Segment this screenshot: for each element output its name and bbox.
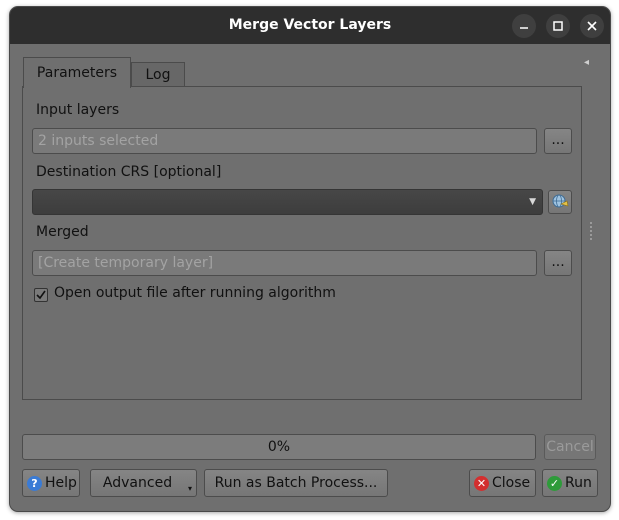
input-layers-field[interactable]: 2 inputs selected xyxy=(32,128,537,154)
title-bar[interactable]: Merge Vector Layers xyxy=(10,7,610,44)
close-button[interactable]: ✕ Close xyxy=(469,469,536,497)
progress-bar: 0% xyxy=(22,434,536,460)
collapse-panel-icon[interactable]: ◂ xyxy=(584,57,589,68)
close-button-label: Close xyxy=(492,475,531,491)
select-crs-button[interactable] xyxy=(548,190,572,214)
merged-browse-button[interactable]: ... xyxy=(544,250,572,276)
advanced-button[interactable]: Advanced ▾ xyxy=(90,469,197,497)
checkmark-icon xyxy=(36,290,46,300)
progress-text: 0% xyxy=(267,439,291,455)
help-icon: ? xyxy=(27,476,42,491)
merge-vector-layers-dialog: Merge Vector Layers Parameters Log ◂ Inp… xyxy=(9,6,611,512)
maximize-button[interactable] xyxy=(546,14,570,38)
advanced-button-label: Advanced xyxy=(102,475,173,491)
close-circle-icon: ✕ xyxy=(474,476,489,491)
input-layers-label: Input layers xyxy=(36,102,120,118)
open-output-checkbox[interactable] xyxy=(34,288,48,302)
open-output-label[interactable]: Open output file after running algorithm xyxy=(54,285,336,301)
run-button-label: Run xyxy=(565,475,592,491)
cancel-button[interactable]: Cancel xyxy=(544,434,596,460)
destination-crs-label: Destination CRS [optional] xyxy=(36,164,222,180)
chevron-down-icon: ▼ xyxy=(529,197,536,207)
maximize-icon xyxy=(553,21,563,31)
run-batch-button[interactable]: Run as Batch Process... xyxy=(204,469,388,497)
close-window-button[interactable] xyxy=(580,14,604,38)
close-icon xyxy=(587,21,597,31)
chevron-down-icon: ▾ xyxy=(187,484,192,493)
run-button[interactable]: ✓ Run xyxy=(542,469,598,497)
tab-parameters[interactable]: Parameters xyxy=(23,57,131,88)
minimize-button[interactable] xyxy=(512,14,536,38)
tab-log[interactable]: Log xyxy=(131,62,185,87)
checkmark-circle-icon: ✓ xyxy=(547,476,562,491)
help-button-label: Help xyxy=(45,475,77,491)
merged-label: Merged xyxy=(36,224,89,240)
input-layers-browse-button[interactable]: ... xyxy=(544,128,572,154)
help-button[interactable]: ? Help xyxy=(22,469,80,497)
minimize-icon xyxy=(520,27,528,29)
globe-crs-icon xyxy=(552,194,569,208)
merged-output-field[interactable]: [Create temporary layer] xyxy=(32,250,537,276)
splitter-handle[interactable] xyxy=(590,222,594,240)
destination-crs-select[interactable]: ▼ xyxy=(32,189,543,215)
